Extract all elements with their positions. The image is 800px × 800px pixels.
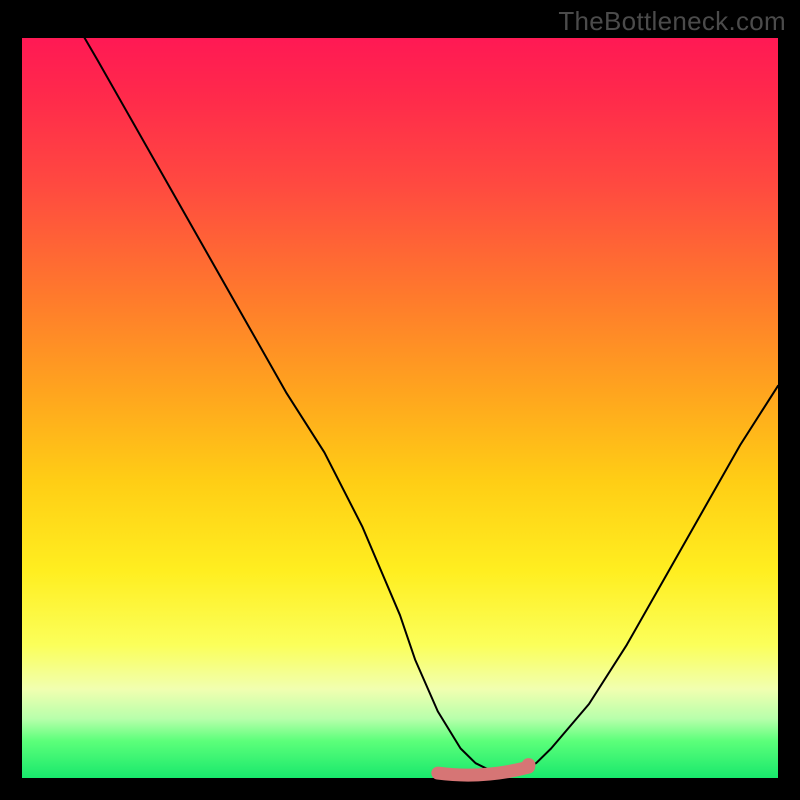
plateau-segment [438, 767, 529, 775]
chart-frame: TheBottleneck.com [0, 0, 800, 800]
plot-area [22, 38, 778, 778]
curve-path [67, 8, 778, 770]
bottleneck-curve [22, 38, 778, 778]
watermark-text: TheBottleneck.com [558, 6, 786, 37]
plateau-end-dot [522, 758, 536, 772]
